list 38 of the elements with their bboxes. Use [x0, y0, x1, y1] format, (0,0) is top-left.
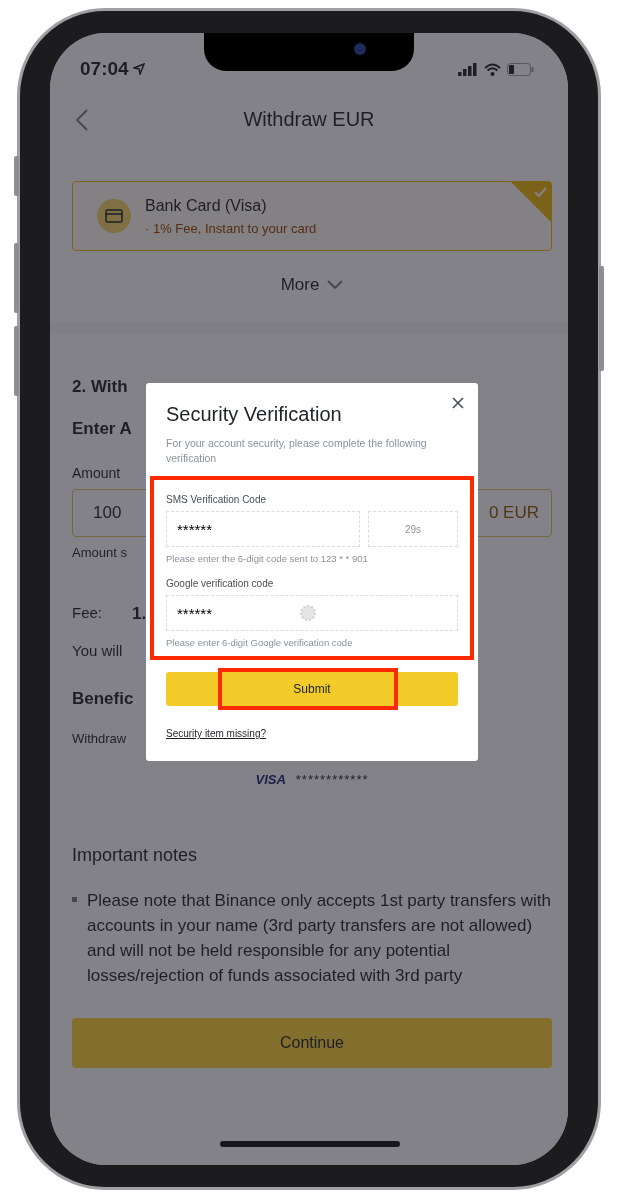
receive-text: You will	[72, 642, 123, 659]
location-arrow-icon	[132, 63, 145, 75]
close-icon[interactable]	[452, 397, 464, 409]
withdraw-to-label: Withdraw	[72, 731, 127, 746]
card-brand: VISA	[255, 772, 286, 787]
security-item-missing-link[interactable]: Security item missing?	[166, 728, 267, 739]
card-subtitle: · 1% Fee, Instant to your card	[145, 220, 317, 236]
signal-icon	[458, 62, 478, 76]
submit-button[interactable]: Submit	[166, 672, 458, 706]
field-hint: Please enter the 6-digit code sent to 123 * * 901	[166, 553, 369, 564]
field-label: SMS Verification Code	[166, 494, 268, 505]
fee-label: Fee:	[72, 604, 102, 623]
section-subheading: Enter A	[72, 419, 132, 439]
notes-heading: Important notes	[72, 845, 198, 866]
note-text: Please note that Binance only accepts 1st party transfers with accounts in your name (3rd party transfers are not allowed) and will not be held responsible for any potential losses/rejection of funds associated with 3rd party	[87, 890, 552, 987]
input-field[interactable]: ******	[166, 595, 458, 631]
section-heading: 2. With	[72, 377, 128, 397]
field-hint: Please enter 6-digit Google verification code	[166, 637, 354, 648]
page-title: Withdraw EUR	[243, 107, 375, 131]
back-icon[interactable]	[76, 109, 88, 131]
field-label: Google verification code	[166, 578, 275, 589]
dialog-description: For your account security, please complete the following verification	[166, 436, 428, 466]
battery-icon	[507, 62, 534, 76]
dialog-title: Security Verification	[166, 403, 343, 426]
payment-method-card[interactable]: Bank Card (Visa) · 1% Fee, Instant to your card	[72, 181, 552, 251]
input-field[interactable]: ******	[166, 511, 360, 547]
card-icon	[97, 199, 131, 233]
card-title: Bank Card (Visa)	[145, 196, 268, 215]
fee-value: 1.	[132, 604, 147, 624]
card-number: ************	[295, 772, 369, 787]
status-time: 07:04	[80, 58, 129, 80]
beneficiary-heading: Benefic	[72, 689, 134, 709]
amount-label: Amount	[72, 465, 121, 481]
amount-hint: Amount s	[72, 545, 127, 560]
more-link[interactable]: More	[280, 275, 320, 295]
bullet-icon	[72, 897, 77, 902]
wifi-icon	[484, 62, 501, 76]
chevron-down-icon[interactable]	[327, 280, 344, 290]
